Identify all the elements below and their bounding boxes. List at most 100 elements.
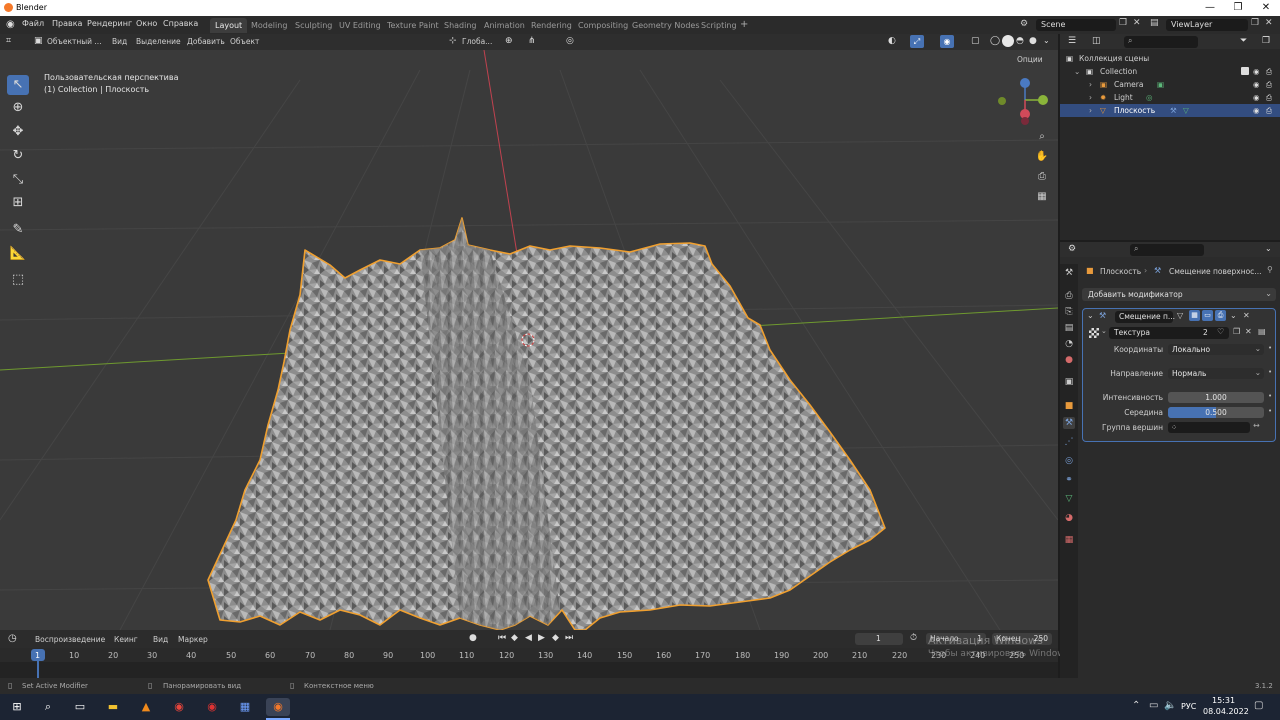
menu-edit[interactable]: Правка	[52, 19, 82, 28]
timeline-editor-icon[interactable]: ◷	[8, 633, 17, 644]
pivot-icon[interactable]: ⊕	[505, 36, 513, 46]
keyframe-dot-icon[interactable]: •	[1268, 368, 1272, 376]
menu-help[interactable]: Справка	[163, 19, 198, 28]
camera-view-button[interactable]: ⎙	[1034, 169, 1050, 185]
menu-keying[interactable]: Кеинг	[114, 635, 138, 644]
add-cube-tool-button[interactable]: ⬚	[7, 270, 29, 290]
orientation-dropdown[interactable]: Глоба...	[462, 37, 492, 46]
keyframe-dot-icon[interactable]: •	[1268, 344, 1272, 352]
texture-properties-icon[interactable]: ▤	[1258, 327, 1266, 336]
add-workspace-icon[interactable]: +	[740, 19, 748, 30]
new-view-layer-icon[interactable]: ❐	[1251, 18, 1259, 28]
tab-modeling[interactable]: Modeling	[246, 18, 292, 33]
viewport-options-button[interactable]: Опции	[1017, 55, 1043, 64]
menu-timeline-view[interactable]: Вид	[153, 635, 168, 644]
menu-render[interactable]: Рендеринг	[87, 19, 132, 28]
measure-tool-button[interactable]: 📐	[7, 244, 29, 264]
invert-vertex-group-icon[interactable]: ↔	[1253, 421, 1260, 430]
ortho-toggle-button[interactable]: ▦	[1034, 189, 1050, 205]
gizmo-toggle-icon[interactable]: ⤢	[910, 35, 924, 48]
render-camera-icon[interactable]: ⎙	[1266, 78, 1272, 91]
new-scene-icon[interactable]: ❐	[1119, 18, 1127, 28]
tab-shading[interactable]: Shading	[439, 18, 482, 33]
menu-object[interactable]: Объект	[230, 37, 259, 46]
properties-editor-icon[interactable]: ⚙	[1068, 244, 1076, 254]
render-camera-icon[interactable]: ⎙	[1266, 104, 1272, 117]
direction-dropdown[interactable]: Нормаль ⌄	[1168, 368, 1264, 379]
mesh-data-icon[interactable]: ▽	[1183, 104, 1189, 117]
wireframe-shading-icon[interactable]: ◯	[990, 36, 1000, 46]
volume-icon[interactable]: 🔈	[1164, 700, 1176, 711]
editor-type-icon[interactable]: ⌗	[6, 36, 11, 46]
exclude-checkbox[interactable]	[1241, 67, 1249, 75]
current-frame-field[interactable]: 1	[855, 633, 903, 645]
chrome-icon[interactable]: ◉	[170, 698, 188, 716]
texture-checker-icon[interactable]	[1089, 328, 1099, 338]
render-camera-icon[interactable]: ⎙	[1266, 91, 1272, 104]
keyframe-dot-icon[interactable]: •	[1268, 407, 1272, 415]
blender-taskbar-icon[interactable]: ◉	[266, 698, 290, 716]
search-icon[interactable]: ⌕	[39, 698, 57, 716]
proportional-edit-icon[interactable]: ◎	[566, 36, 574, 46]
vlc-icon[interactable]: ▲	[137, 698, 155, 716]
expand-arrow-icon[interactable]: ⌄	[1074, 65, 1080, 78]
prev-key-icon[interactable]: ◆	[511, 633, 518, 643]
menu-window[interactable]: Окно	[136, 19, 157, 28]
navigation-gizmo[interactable]	[998, 78, 1048, 125]
texture-browse-arrow-icon[interactable]: ⌄	[1101, 327, 1107, 335]
unlink-texture-icon[interactable]: ✕	[1245, 327, 1252, 336]
menu-playback[interactable]: Воспроизведение	[35, 635, 105, 644]
eye-icon[interactable]: ◉	[1253, 78, 1260, 91]
expand-arrow-icon[interactable]: ›	[1089, 104, 1092, 117]
add-modifier-button[interactable]: Добавить модификатор ⌄	[1082, 288, 1276, 301]
view-layer-selector[interactable]: ViewLayer	[1166, 19, 1248, 31]
tab-animation[interactable]: Animation	[479, 18, 530, 33]
recorder-icon[interactable]: ◉	[203, 698, 221, 716]
expand-arrow-icon[interactable]: ›	[1089, 91, 1092, 104]
visibility-icon[interactable]: ◐	[888, 36, 896, 46]
outliner-item-camera[interactable]: › ▣ Camera ▣ ◉ ⎙	[1060, 78, 1280, 91]
outliner-root-row[interactable]: ▣ Коллекция сцены	[1060, 52, 1280, 65]
constraints-tab-icon[interactable]: ⚭	[1063, 474, 1075, 486]
menu-select[interactable]: Выделение	[136, 37, 181, 46]
view-layer-icon[interactable]: ▤	[1150, 18, 1159, 28]
camera-data-icon[interactable]: ▣	[1157, 78, 1164, 91]
tab-layout[interactable]: Layout	[210, 18, 248, 33]
material-tab-icon[interactable]: ◕	[1063, 512, 1075, 524]
select-box-tool-button[interactable]: ↖	[7, 75, 29, 95]
remove-modifier-icon[interactable]: ✕	[1243, 311, 1250, 320]
network-icon[interactable]: ▭	[1149, 700, 1158, 711]
vertex-group-field[interactable]: ⁘	[1168, 422, 1250, 433]
tab-scripting[interactable]: Scripting	[696, 18, 742, 33]
play-reverse-icon[interactable]: ◀	[525, 633, 532, 643]
overlay-toggle-icon[interactable]: ◉	[940, 35, 954, 48]
jump-start-icon[interactable]: ⏮	[498, 633, 506, 643]
view-layer-tab-icon[interactable]: ▤	[1063, 322, 1075, 334]
outliner-item-plane[interactable]: › ▽ Плоскость ⚒ ▽ ◉ ⎙	[1060, 104, 1280, 117]
close-window-button[interactable]: ✕	[1252, 0, 1280, 16]
3d-viewport[interactable]: Пользовательская перспектива (1) Collect…	[0, 50, 1058, 630]
stopwatch-icon[interactable]: ⏱	[910, 633, 917, 643]
minimize-button[interactable]: —	[1196, 0, 1224, 16]
task-view-icon[interactable]: ▭	[71, 698, 89, 716]
edit-mode-toggle-icon[interactable]: ▦	[1189, 310, 1200, 321]
pin-icon[interactable]: ⚲	[1267, 265, 1273, 274]
coordinates-dropdown[interactable]: Локально ⌄	[1168, 344, 1264, 355]
outliner-collection-row[interactable]: ⌄ ▣ Collection ◉ ⎙	[1060, 65, 1280, 78]
file-explorer-icon[interactable]: ▬	[104, 698, 122, 716]
modifier-menu-icon[interactable]: ⌄	[1230, 311, 1237, 320]
scene-selector[interactable]: Scene	[1036, 19, 1116, 31]
light-data-icon[interactable]: ◎	[1146, 91, 1153, 104]
scene-icon[interactable]: ⚙	[1020, 19, 1028, 29]
timeline-area[interactable]: 1 10 20 30 40 50 60 70 80 90 100 110 120…	[0, 648, 1058, 678]
material-shading-icon[interactable]: ◓	[1016, 36, 1024, 46]
tab-uv-editing[interactable]: UV Editing	[334, 18, 386, 33]
expand-arrow-icon[interactable]: ›	[1089, 78, 1092, 91]
zoom-button[interactable]: ⌕	[1034, 129, 1050, 145]
strength-field[interactable]: 1.000	[1168, 392, 1264, 403]
shading-options-icon[interactable]: ⌄	[1043, 36, 1050, 45]
texture-users-count[interactable]: 2	[1203, 328, 1208, 337]
object-mode-dropdown[interactable]: Объектный ...	[47, 37, 102, 46]
jump-end-icon[interactable]: ⏭	[565, 633, 573, 643]
tab-sculpting[interactable]: Sculpting	[290, 18, 337, 33]
